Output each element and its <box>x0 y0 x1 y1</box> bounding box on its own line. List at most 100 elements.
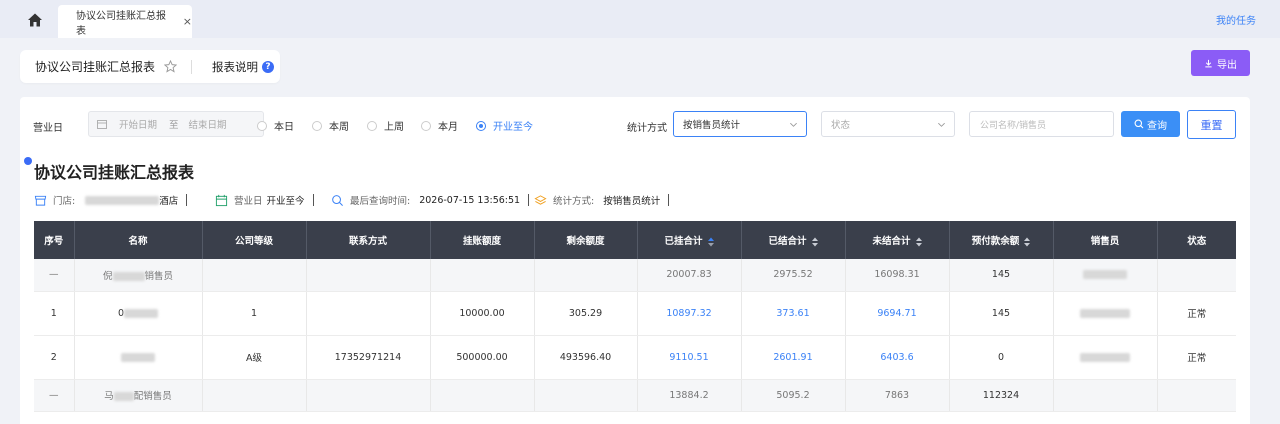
col-header-sortable[interactable]: 已挂合计 <box>637 221 742 259</box>
cell-salesperson <box>1053 291 1158 336</box>
cell-unsettled-total-link[interactable]: 6403.6 <box>845 335 950 380</box>
last-query-value: 2026-07-15 13:56:51 <box>419 194 521 206</box>
query-label: 查询 <box>1147 120 1167 132</box>
help-label: 报表说明 <box>212 59 259 74</box>
search-input[interactable]: 公司名称/销售员 <box>969 111 1114 137</box>
my-task-link[interactable]: 我的任务 <box>1216 12 1256 27</box>
radio-label: 本月 <box>438 122 458 133</box>
home-button[interactable] <box>20 9 50 31</box>
end-date-placeholder: 结束日期 <box>188 120 227 131</box>
radio-dot <box>312 120 322 131</box>
table-row: 2 A级 17352971214 500000.00 493596.40 911… <box>34 335 1236 380</box>
star-icon[interactable] <box>164 60 178 73</box>
radio-dot <box>257 120 267 131</box>
cell-charged-total-link[interactable]: 9110.51 <box>637 335 742 380</box>
search-icon <box>332 194 343 206</box>
title-dot <box>24 157 32 165</box>
cell-salesperson <box>1053 259 1158 292</box>
divider <box>186 194 188 206</box>
name-suffix: 销售员 <box>144 270 174 282</box>
calendar-icon <box>97 120 107 129</box>
home-icon <box>28 13 42 27</box>
cell-index: — <box>34 259 75 292</box>
cell-limit <box>430 259 535 292</box>
cell-level: A级 <box>202 335 307 380</box>
store-suffix: 酒店 <box>159 196 179 207</box>
col-header-label: 联系方式 <box>348 236 387 247</box>
period-radio-today[interactable]: 本日 <box>257 118 294 133</box>
tab-report[interactable]: 协议公司挂账汇总报表 × <box>58 5 192 38</box>
col-header-sortable[interactable]: 未结合计 <box>845 221 950 259</box>
last-query-label: 最后查询时间: <box>350 196 411 207</box>
close-icon[interactable]: × <box>183 15 192 28</box>
period-radio-this-month[interactable]: 本月 <box>421 118 458 133</box>
reset-button[interactable]: 重置 <box>1187 110 1236 139</box>
cell-index: 2 <box>34 335 75 380</box>
cell-limit: 10000.00 <box>430 291 535 336</box>
radio-label: 本周 <box>329 122 349 133</box>
col-header-label: 剩余额度 <box>566 236 605 247</box>
search-icon <box>1134 119 1144 129</box>
cell-status: 正常 <box>1157 335 1236 380</box>
cell-status: 正常 <box>1157 291 1236 336</box>
cell-charged-total-link[interactable]: 10897.32 <box>637 291 742 336</box>
stack-icon <box>534 194 547 205</box>
cell-salesperson <box>1053 335 1158 380</box>
period-radio-last-week[interactable]: 上周 <box>367 118 404 133</box>
col-header-sortable[interactable]: 已结合计 <box>741 221 846 259</box>
cell-name: 马 配销售员 <box>74 379 203 412</box>
cell-settled-total-link[interactable]: 373.61 <box>741 291 846 336</box>
col-header: 联系方式 <box>306 221 431 259</box>
select-placeholder: 状态 <box>831 120 851 131</box>
cell-level <box>202 379 307 412</box>
export-button[interactable]: 导出 <box>1191 50 1250 76</box>
business-day-label: 营业日 <box>33 123 63 134</box>
col-header: 序号 <box>34 221 75 259</box>
col-header-sortable[interactable]: 预付款余额 <box>949 221 1054 259</box>
calendar-icon <box>215 194 228 206</box>
cell-unsettled-total-link[interactable]: 9694.71 <box>845 291 950 336</box>
status-select[interactable]: 状态 <box>821 111 955 137</box>
cell-settled-total: 2975.52 <box>741 259 846 292</box>
redacted-name <box>113 392 134 401</box>
cell-status <box>1157 379 1236 412</box>
col-header: 状态 <box>1157 221 1236 259</box>
cell-prepaid-balance: 112324 <box>949 379 1054 412</box>
stat-method-select[interactable]: 按销售员统计 <box>673 111 807 137</box>
store-icon <box>34 195 47 206</box>
period-radio-since-opening[interactable]: 开业至今 <box>476 118 533 133</box>
radio-dot <box>476 120 486 131</box>
radio-dot <box>367 120 377 131</box>
range-separator: 至 <box>169 120 179 131</box>
sort-icon[interactable] <box>1024 237 1031 247</box>
col-header: 剩余额度 <box>534 221 638 259</box>
stat-label: 统计方式: <box>553 196 595 207</box>
period-radio-this-week[interactable]: 本周 <box>312 118 349 133</box>
cell-level <box>202 259 307 292</box>
col-header-label: 公司等级 <box>234 236 273 247</box>
name-suffix: 配销售员 <box>133 391 172 402</box>
select-value: 按销售员统计 <box>683 120 741 131</box>
divider <box>191 59 193 74</box>
download-icon <box>1205 59 1212 67</box>
table-row-subtotal: — 马 配销售员 13884.2 5095.2 7863 112324 <box>34 379 1236 412</box>
meta-stat: 统计方式: 按销售员统计 <box>534 193 670 207</box>
cell-contact: 17352971214 <box>306 335 431 380</box>
cell-contact <box>306 379 431 412</box>
cell-salesperson <box>1053 379 1158 412</box>
date-range-picker[interactable]: 开始日期 至 结束日期 <box>88 111 264 137</box>
sort-icon[interactable] <box>915 237 922 247</box>
report-help-link[interactable]: 报表说明 ? <box>212 59 275 75</box>
redacted-name <box>124 308 159 318</box>
sort-icon[interactable] <box>707 237 714 247</box>
query-button[interactable]: 查询 <box>1121 111 1180 137</box>
cell-settled-total-link[interactable]: 2601.91 <box>741 335 846 380</box>
sort-icon[interactable] <box>811 237 818 247</box>
report-card: 营业日 开始日期 至 结束日期 本日 本周 上周 本月 开业至今 统计方式 按销… <box>20 97 1250 424</box>
col-header-label: 预付款余额 <box>971 236 1020 247</box>
redacted-store <box>85 195 160 205</box>
redacted-salesperson <box>1080 352 1130 362</box>
col-header-label: 名称 <box>128 236 148 247</box>
redacted-name <box>121 352 155 362</box>
table-header-row: 序号 名称 公司等级 联系方式 挂账额度 剩余额度 已挂合计 已结合计 未结合计… <box>34 221 1236 259</box>
